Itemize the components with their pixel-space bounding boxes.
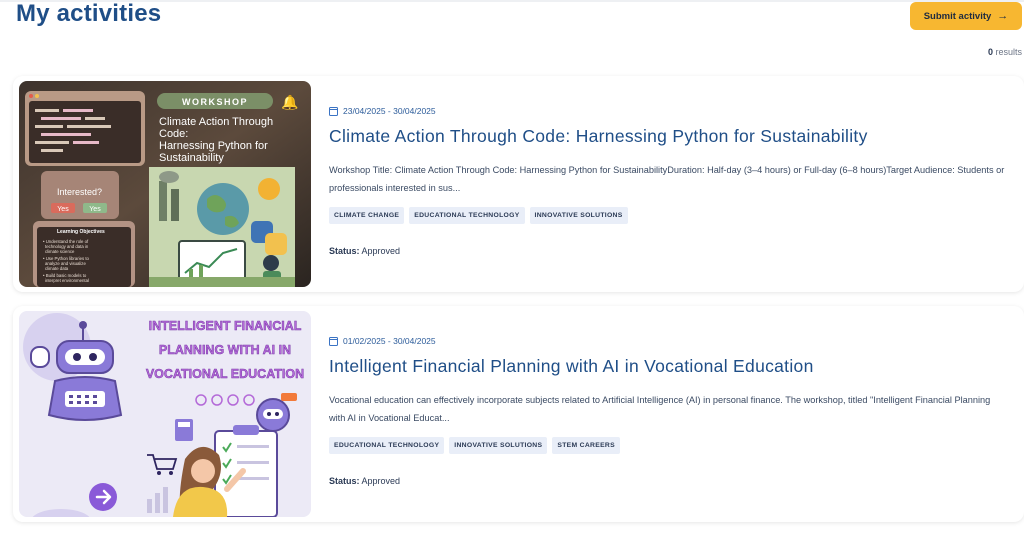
status-label: Status: — [329, 476, 360, 486]
workshop-badge-text: WORKSHOP — [182, 97, 248, 107]
date-range: 23/04/2025 - 30/04/2025 — [343, 106, 436, 116]
thumb-line3: VOCATIONAL EDUCATION — [146, 367, 304, 381]
arrow-right-icon: → — [997, 10, 1009, 22]
activity-content: 01/02/2025 - 30/04/2025 Intelligent Fina… — [329, 336, 1009, 486]
svg-text:🔔: 🔔 — [281, 94, 298, 111]
svg-text:Yes: Yes — [89, 206, 101, 213]
activity-thumbnail[interactable]: WORKSHOP 🔔 Climate Action Through Code: … — [19, 81, 311, 287]
date-range: 01/02/2025 - 30/04/2025 — [343, 336, 436, 346]
status-value: Approved — [361, 246, 401, 256]
calendar-icon — [329, 106, 338, 116]
activity-status: Status: Approved — [329, 246, 1009, 256]
activity-description: Workshop Title: Climate Action Through C… — [329, 165, 1005, 193]
tag: INNOVATIVE SOLUTIONS — [449, 437, 548, 454]
activity-date: 23/04/2025 - 30/04/2025 — [329, 106, 1009, 116]
svg-text:Yes: Yes — [57, 206, 69, 213]
results-count: 0 results — [988, 47, 1022, 57]
results-label: results — [995, 47, 1022, 57]
activity-content: 23/04/2025 - 30/04/2025 Climate Action T… — [329, 106, 1009, 256]
activity-title-link[interactable]: Intelligent Financial Planning with AI i… — [329, 356, 1009, 377]
activity-status: Status: Approved — [329, 476, 1009, 486]
thumb-line2: PLANNING WITH AI IN — [159, 343, 291, 357]
tag: STEM CAREERS — [552, 437, 620, 454]
results-number: 0 — [987, 47, 993, 57]
activity-title-link[interactable]: Climate Action Through Code: Harnessing … — [329, 126, 1009, 147]
calendar-icon — [329, 336, 338, 346]
thumb-line1: INTELLIGENT FINANCIAL — [149, 319, 302, 333]
interested-text: Interested? — [57, 187, 102, 197]
svg-text:• Understand the role of: • Understand the role of technology and … — [43, 239, 90, 283]
climate-workshop-image: WORKSHOP 🔔 Climate Action Through Code: … — [19, 81, 311, 287]
tag: INNOVATIVE SOLUTIONS — [529, 207, 628, 224]
financial-planning-image: INTELLIGENT FINANCIAL PLANNING WITH AI I… — [19, 311, 311, 517]
tag: EDUCATIONAL TECHNOLOGY — [329, 437, 445, 454]
tag: EDUCATIONAL TECHNOLOGY — [409, 207, 525, 224]
activity-card[interactable]: INTELLIGENT FINANCIAL PLANNING WITH AI I… — [13, 306, 1024, 522]
status-label: Status: — [329, 246, 360, 256]
svg-text:Learning Objectives: Learning Objectives — [57, 229, 105, 235]
submit-activity-label: Submit activity — [923, 10, 992, 22]
tag: CLIMATE CHANGE — [329, 207, 405, 224]
submit-activity-button[interactable]: Submit activity → — [910, 2, 1022, 30]
activity-card[interactable]: WORKSHOP 🔔 Climate Action Through Code: … — [13, 76, 1024, 292]
page-title: My activities — [16, 0, 162, 27]
tag-list: CLIMATE CHANGE EDUCATIONAL TECHNOLOGY IN… — [329, 207, 1009, 224]
tag-list: EDUCATIONAL TECHNOLOGY INNOVATIVE SOLUTI… — [329, 437, 1009, 454]
activity-thumbnail[interactable]: INTELLIGENT FINANCIAL PLANNING WITH AI I… — [19, 311, 311, 517]
activity-description: Vocational education can effectively inc… — [329, 395, 991, 423]
activity-date: 01/02/2025 - 30/04/2025 — [329, 336, 1009, 346]
status-value: Approved — [361, 476, 401, 486]
